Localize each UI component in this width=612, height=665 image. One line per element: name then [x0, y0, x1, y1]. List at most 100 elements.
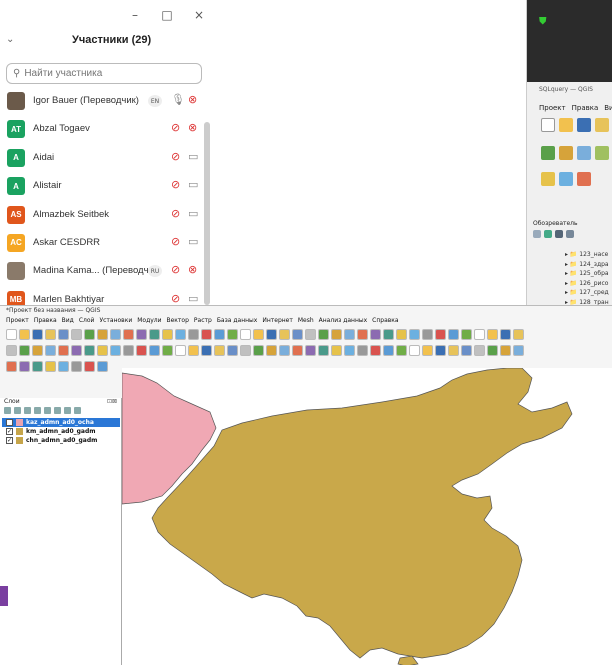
tool-button-icon[interactable] — [318, 344, 329, 356]
menu-item[interactable]: Модули — [137, 317, 161, 324]
save-icon[interactable] — [577, 118, 591, 132]
china-polygon[interactable] — [151, 368, 573, 659]
tool-button-icon[interactable] — [45, 360, 56, 372]
tool-button-icon[interactable] — [45, 328, 56, 340]
tool-button-icon[interactable] — [474, 344, 485, 356]
tool-button-icon[interactable] — [422, 344, 433, 356]
refresh-icon[interactable] — [544, 230, 552, 238]
tool-button-icon[interactable] — [370, 344, 381, 356]
menu-item[interactable]: Mesh — [298, 317, 314, 324]
video-camera-icon[interactable]: ▭ — [188, 150, 198, 163]
folder-tree-item[interactable]: ▸ 📁 126_рисо — [565, 279, 609, 289]
tool-button-icon[interactable] — [448, 328, 459, 340]
minimize-button[interactable]: – — [129, 8, 141, 22]
tool-button-icon[interactable] — [292, 328, 303, 340]
tool-button-icon[interactable] — [513, 344, 524, 356]
tool-button-icon[interactable] — [136, 328, 147, 340]
identify-icon[interactable] — [559, 172, 573, 186]
tool-button-icon[interactable] — [383, 328, 394, 340]
tool-button-icon[interactable] — [253, 344, 264, 356]
tool-button-icon[interactable] — [201, 344, 212, 356]
tool-button-icon[interactable] — [71, 344, 82, 356]
participant-row[interactable]: AC Askar CESDRR ⊘ ▭ — [0, 230, 205, 258]
tool-button-icon[interactable] — [227, 328, 238, 340]
participant-row[interactable]: A Alistair ⊘ ▭ — [0, 173, 205, 201]
folder-tree-item[interactable]: ▸ 📁 125_обра — [565, 269, 609, 279]
tool-button-icon[interactable] — [357, 328, 368, 340]
tool-button-icon[interactable] — [84, 344, 95, 356]
tool-button-icon[interactable] — [461, 344, 472, 356]
tool-button-icon[interactable] — [448, 344, 459, 356]
tool-button-icon[interactable] — [435, 328, 446, 340]
layer-item[interactable]: ✓ kaz_admn_ad0_ocha — [2, 418, 120, 427]
video-camera-off-icon[interactable]: ⊗ — [188, 93, 197, 106]
folder-tree-item[interactable]: ▸ 📁 124_здра — [565, 260, 609, 270]
filter-icon[interactable] — [555, 230, 563, 238]
tool-button-icon[interactable] — [409, 328, 420, 340]
tool-button-icon[interactable] — [500, 328, 511, 340]
map-canvas[interactable] — [122, 368, 612, 665]
add-group-icon[interactable] — [14, 407, 21, 414]
participant-row[interactable]: Madina Kama... (Переводчик) RU ⊘ ⊗ — [0, 258, 205, 286]
microphone-icon[interactable]: 🎙 — [171, 93, 185, 106]
tool-button-icon[interactable] — [71, 328, 82, 340]
save-as-icon[interactable] — [595, 118, 609, 132]
eye-icon[interactable] — [24, 407, 31, 414]
tool-button-icon[interactable] — [32, 328, 43, 340]
tool-button-icon[interactable] — [162, 344, 173, 356]
video-camera-icon[interactable]: ▭ — [188, 207, 198, 220]
tool-button-icon[interactable] — [487, 328, 498, 340]
tool-button-icon[interactable] — [396, 344, 407, 356]
tool-button-icon[interactable] — [422, 328, 433, 340]
tool-button-icon[interactable] — [175, 344, 186, 356]
tool-button-icon[interactable] — [500, 344, 511, 356]
layer-item[interactable]: ✓ km_admn_ad0_gadm — [6, 427, 96, 436]
tool-button-icon[interactable] — [97, 344, 108, 356]
hainan-polygon[interactable] — [397, 655, 419, 665]
tool-button-icon[interactable] — [71, 360, 82, 372]
tool-button-icon[interactable] — [305, 344, 316, 356]
tool-button-icon[interactable] — [149, 344, 160, 356]
folder-tree-item[interactable]: ▸ 📁 127_сред — [565, 288, 609, 298]
tool-button-icon[interactable] — [188, 344, 199, 356]
tool-button-icon[interactable] — [45, 344, 56, 356]
tool-button-icon[interactable] — [6, 360, 17, 372]
participant-search[interactable]: ⚲ — [6, 63, 202, 84]
deselect-icon[interactable] — [577, 172, 591, 186]
menu-item[interactable]: Правка — [572, 104, 599, 112]
tool-button-icon[interactable] — [305, 328, 316, 340]
add-icon[interactable] — [533, 230, 541, 238]
microphone-muted-icon[interactable]: ⊘ — [171, 235, 180, 248]
menu-item[interactable]: Проект — [539, 104, 566, 112]
tool-button-icon[interactable] — [6, 344, 17, 356]
layer-visibility-checkbox[interactable]: ✓ — [6, 419, 13, 426]
tool-button-icon[interactable] — [344, 344, 355, 356]
tool-button-icon[interactable] — [123, 344, 134, 356]
menu-item[interactable]: Слой — [79, 317, 95, 324]
tool-button-icon[interactable] — [253, 328, 264, 340]
tool-button-icon[interactable] — [58, 344, 69, 356]
layer-visibility-checkbox[interactable]: ✓ — [6, 428, 13, 435]
menu-item[interactable]: Вид — [62, 317, 74, 324]
menu-item[interactable]: Вид — [604, 104, 612, 112]
tool-button-icon[interactable] — [266, 328, 277, 340]
layer-visibility-checkbox[interactable]: ✓ — [6, 437, 13, 444]
new-project-icon[interactable] — [541, 118, 555, 132]
participant-row[interactable]: AT Abzal Togaev ⊘ ⊗ — [0, 116, 205, 144]
tool-button-icon[interactable] — [266, 344, 277, 356]
video-camera-icon[interactable]: ▭ — [188, 292, 198, 305]
tool-button-icon[interactable] — [331, 344, 342, 356]
microphone-muted-icon[interactable]: ⊘ — [171, 178, 180, 191]
tool-button-icon[interactable] — [19, 360, 30, 372]
collapse-icon[interactable] — [566, 230, 574, 238]
tool-button-icon[interactable] — [240, 328, 251, 340]
menu-item[interactable]: Анализ данных — [319, 317, 368, 324]
menu-item[interactable]: Растр — [194, 317, 212, 324]
panel-controls-icon[interactable]: ⊡⊠ — [107, 398, 117, 405]
folder-tree-item[interactable]: ▸ 📁 123_насе — [565, 250, 609, 260]
tool-button-icon[interactable] — [123, 328, 134, 340]
tool-button-icon[interactable] — [357, 344, 368, 356]
add-csv-icon[interactable] — [577, 146, 591, 160]
tool-button-icon[interactable] — [6, 328, 17, 340]
tool-button-icon[interactable] — [474, 328, 485, 340]
